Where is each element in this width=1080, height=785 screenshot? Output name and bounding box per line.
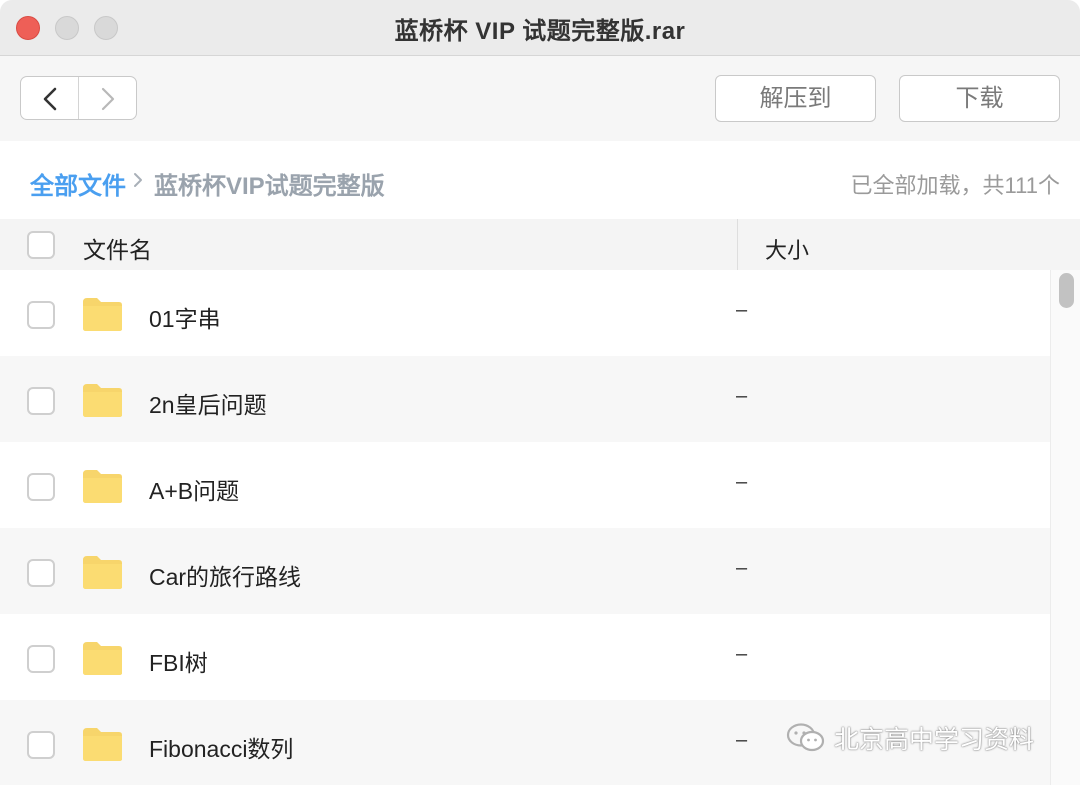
folder-icon	[83, 642, 122, 675]
file-list: 01字串 – 2n皇后问题 – A+B问题 – Car的旅行路线 – FBI树 …	[0, 270, 1080, 785]
navigation-buttons	[20, 76, 137, 120]
row-checkbox[interactable]	[27, 301, 55, 329]
file-name: 2n皇后问题	[149, 392, 267, 418]
toolbar: 解压到 下载	[0, 56, 1080, 141]
chevron-left-icon	[43, 87, 57, 111]
list-item[interactable]: 2n皇后问题 –	[0, 356, 1050, 442]
file-name: A+B问题	[149, 478, 240, 504]
folder-icon	[83, 728, 122, 761]
folder-icon	[83, 556, 122, 589]
file-size: –	[736, 729, 748, 751]
watermark: 北京高中学习资料	[786, 722, 1034, 754]
file-size: –	[736, 385, 748, 407]
breadcrumb-current-folder: 蓝桥杯VIP试题完整版	[154, 173, 385, 200]
forward-button[interactable]	[79, 77, 137, 119]
breadcrumb-root-link[interactable]: 全部文件	[30, 166, 126, 201]
chevron-right-separator-icon	[131, 171, 145, 194]
file-size: –	[736, 471, 748, 493]
watermark-text: 北京高中学习资料	[834, 726, 1035, 754]
row-checkbox[interactable]	[27, 473, 55, 501]
chevron-right-icon	[101, 87, 114, 111]
archive-window: 蓝桥杯 VIP 试题完整版.rar 解压到 下载 全部文件 蓝桥杯VIP试题完整…	[0, 0, 1080, 785]
row-checkbox[interactable]	[27, 645, 55, 673]
file-name: Fibonacci数列	[149, 736, 294, 762]
folder-icon	[83, 298, 122, 331]
file-name: FBI树	[149, 650, 208, 676]
column-divider[interactable]	[737, 219, 738, 270]
download-button[interactable]: 下载	[899, 75, 1060, 122]
load-status: 已全部加载，共111个	[850, 173, 1060, 198]
extract-to-button[interactable]: 解压到	[715, 75, 876, 122]
file-name: 01字串	[149, 306, 221, 332]
select-all-checkbox[interactable]	[27, 231, 55, 259]
list-item[interactable]: A+B问题 –	[0, 442, 1050, 528]
list-item[interactable]: 01字串 –	[0, 270, 1050, 356]
file-size: –	[736, 299, 748, 321]
list-item[interactable]: FBI树 –	[0, 614, 1050, 700]
breadcrumb: 全部文件 蓝桥杯VIP试题完整版 已全部加载，共111个	[0, 141, 1080, 219]
file-size: –	[736, 557, 748, 579]
row-checkbox[interactable]	[27, 387, 55, 415]
wechat-icon	[786, 723, 825, 752]
table-header: 文件名 大小	[0, 219, 1080, 270]
window-title: 蓝桥杯 VIP 试题完整版.rar	[394, 18, 686, 45]
column-header-name[interactable]: 文件名	[83, 231, 152, 265]
list-item[interactable]: Car的旅行路线 –	[0, 528, 1050, 614]
file-size: –	[736, 643, 748, 665]
folder-icon	[83, 470, 122, 503]
row-checkbox[interactable]	[27, 731, 55, 759]
file-name: Car的旅行路线	[149, 564, 302, 590]
row-checkbox[interactable]	[27, 559, 55, 587]
folder-icon	[83, 384, 122, 417]
column-header-size[interactable]: 大小	[765, 233, 809, 265]
vertical-scrollbar[interactable]	[1050, 270, 1080, 785]
scrollbar-thumb[interactable]	[1059, 273, 1074, 308]
title-bar[interactable]: 蓝桥杯 VIP 试题完整版.rar	[0, 0, 1080, 56]
back-button[interactable]	[21, 77, 79, 119]
